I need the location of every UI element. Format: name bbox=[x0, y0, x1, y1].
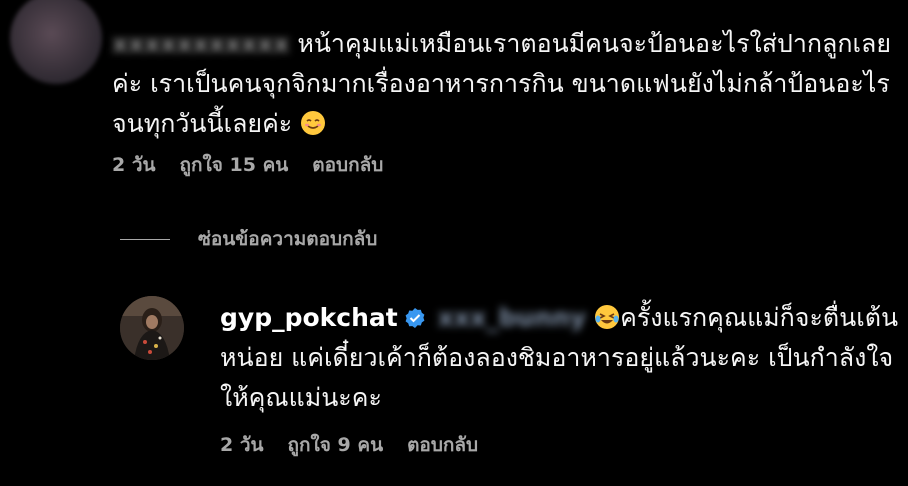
comment-likes[interactable]: ถูกใจ 15 คน bbox=[180, 150, 289, 180]
comment-time: 2 วัน bbox=[112, 154, 156, 176]
reply-time: 2 วัน bbox=[220, 434, 264, 456]
reply-body: gyp_pokchat xxx_bunny ครั้งแรกคุณแม่ก็จะ… bbox=[220, 298, 900, 418]
comment-body: xxxxxxxxxxx หน้าคุมแม่เหมือนเราตอนมีคนจะ… bbox=[112, 24, 892, 144]
comment-meta: 2 วัน ถูกใจ 15 คน ตอบกลับ bbox=[112, 150, 383, 180]
avatar-photo bbox=[120, 296, 184, 360]
hide-replies-label[interactable]: ซ่อนข้อความตอบกลับ bbox=[198, 224, 377, 254]
commenter-avatar[interactable] bbox=[10, 0, 102, 84]
comment-reply-button[interactable]: ตอบกลับ bbox=[312, 150, 383, 180]
laughing-tears-emoji bbox=[595, 305, 620, 329]
commenter-username-blurred[interactable]: xxxxxxxxxxx bbox=[112, 24, 289, 64]
reply-likes[interactable]: ถูกใจ 9 คน bbox=[288, 430, 384, 460]
reply-username[interactable]: gyp_pokchat bbox=[220, 303, 398, 332]
smiling-face-emoji bbox=[301, 111, 326, 135]
reply-reply-button[interactable]: ตอบกลับ bbox=[407, 430, 478, 460]
verified-badge-icon bbox=[405, 308, 425, 328]
mentioned-user-blurred[interactable]: xxx_bunny bbox=[438, 298, 586, 338]
hide-replies-toggle[interactable]: ซ่อนข้อความตอบกลับ bbox=[120, 224, 377, 254]
reply-meta: 2 วัน ถูกใจ 9 คน ตอบกลับ bbox=[220, 430, 478, 460]
reply-avatar[interactable] bbox=[120, 296, 184, 360]
divider-line bbox=[120, 238, 170, 240]
